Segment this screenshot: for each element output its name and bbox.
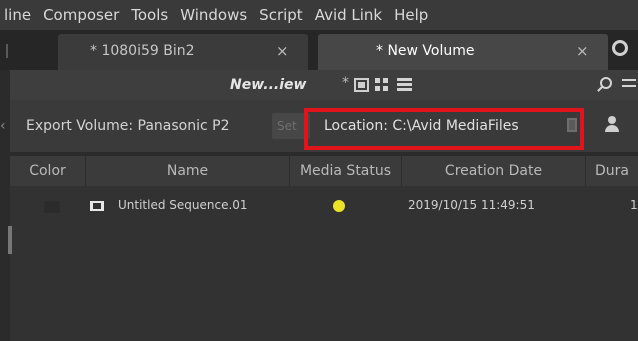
menu-item-help[interactable]: Help — [388, 6, 434, 24]
cell-creation-date: 2019/10/15 11:49:51 — [408, 198, 535, 212]
search-icon[interactable] — [600, 77, 612, 89]
column-header-name[interactable]: Name — [86, 156, 290, 186]
tab-1080i59-bin2[interactable]: * 1080i59 Bin2 × — [58, 34, 308, 70]
left-scrollbar[interactable] — [8, 226, 12, 254]
user-icon[interactable] — [604, 116, 620, 134]
gear-icon[interactable] — [612, 40, 628, 56]
tab-label: * 1080i59 Bin2 — [90, 43, 195, 59]
clip-color-swatch[interactable] — [44, 201, 60, 213]
column-header-media-status[interactable]: Media Status — [290, 156, 402, 186]
location-label: Location: C:\Avid MediaFiles — [324, 118, 519, 134]
menu-item-timeline[interactable]: line — [0, 6, 37, 24]
menu-item-composer[interactable]: Composer — [37, 6, 125, 24]
cell-name[interactable]: Untitled Sequence.01 — [118, 198, 248, 212]
column-header-creation-date[interactable]: Creation Date — [402, 156, 586, 186]
table-row[interactable]: Untitled Sequence.01 2019/10/15 11:49:51… — [10, 196, 638, 218]
volume-info-row: Export Volume: Panasonic P2 Set Location… — [10, 100, 638, 152]
close-icon[interactable]: × — [576, 42, 589, 60]
hamburger-menu-icon[interactable] — [622, 79, 636, 91]
sequence-icon — [90, 201, 104, 211]
bin-view-marker: * — [342, 75, 349, 91]
menu-item-script[interactable]: Script — [253, 6, 309, 24]
column-header-color[interactable]: Color — [10, 156, 86, 186]
bin-view-name[interactable]: New...iew — [230, 77, 306, 93]
divider — [6, 44, 8, 58]
table-header: Color Name Media Status Creation Date Du… — [10, 156, 638, 186]
bin-title-bar: New...iew * — [10, 70, 638, 100]
menu-bar: line Composer Tools Windows Script Avid … — [0, 0, 638, 30]
frame-view-icon[interactable] — [354, 78, 369, 92]
tab-new-volume[interactable]: * New Volume × — [318, 34, 608, 70]
collapse-arrow-icon[interactable]: ‹ — [0, 118, 6, 134]
script-view-icon[interactable] — [375, 78, 390, 92]
tab-strip: * 1080i59 Bin2 × * New Volume × — [0, 30, 638, 70]
tab-label: * New Volume — [376, 43, 475, 59]
menu-item-avid-link[interactable]: Avid Link — [309, 6, 388, 24]
menu-item-windows[interactable]: Windows — [174, 6, 253, 24]
media-status-online-icon — [333, 200, 345, 212]
column-header-duration[interactable]: Dura — [586, 156, 638, 186]
bin-table-body: Untitled Sequence.01 2019/10/15 11:49:51… — [10, 186, 638, 341]
avid-media-composer-window: line Composer Tools Windows Script Avid … — [0, 0, 638, 341]
close-icon[interactable]: × — [276, 42, 289, 60]
export-volume-label: Export Volume: Panasonic P2 — [26, 118, 230, 134]
cell-duration: 1 — [630, 198, 638, 212]
list-view-icon[interactable] — [397, 78, 412, 92]
set-button[interactable]: Set — [272, 113, 310, 139]
menu-item-tools[interactable]: Tools — [125, 6, 174, 24]
browse-folder-icon[interactable] — [567, 118, 577, 132]
